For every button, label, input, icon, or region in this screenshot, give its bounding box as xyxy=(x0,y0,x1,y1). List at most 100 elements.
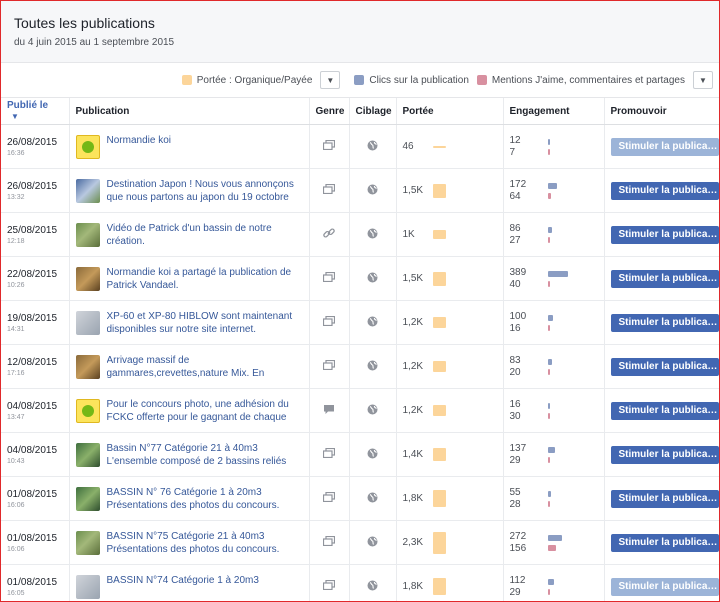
post-icon xyxy=(322,359,336,373)
boost-post-button[interactable]: Stimuler la publica… xyxy=(610,225,719,244)
column-targeting[interactable]: Ciblage xyxy=(349,98,397,125)
reach-dropdown-button[interactable]: ▼ xyxy=(320,71,341,89)
column-publication[interactable]: Publication xyxy=(69,98,310,125)
post-thumbnail[interactable] xyxy=(75,354,100,379)
clicks-value: 272 xyxy=(509,530,527,542)
engagement-cell: 100 16 xyxy=(503,300,605,345)
post-link[interactable]: BASSIN N°74 Catégorie 1 à 20m3 xyxy=(107,574,259,587)
boost-post-button[interactable]: Stimuler la publica… xyxy=(610,533,719,552)
post-thumbnail[interactable] xyxy=(75,398,100,423)
post-thumbnail[interactable] xyxy=(75,135,100,159)
date-cell: 26/08/2015 16:36 xyxy=(1,124,70,169)
type-cell xyxy=(309,564,350,601)
boost-post-button[interactable]: Stimuler la publica… xyxy=(610,445,719,464)
post-thumbnail[interactable] xyxy=(75,222,100,247)
boost-post-button[interactable]: Stimuler la publica… xyxy=(610,137,719,156)
globe-icon xyxy=(367,536,378,550)
engagement-cell: 83 20 xyxy=(503,344,605,389)
column-published-label: Publié le xyxy=(7,100,49,111)
reach-bar xyxy=(432,531,446,554)
table-row[interactable]: 01/08/2015 16:06 BASSIN N° 76 Catégorie … xyxy=(1,476,719,521)
boost-post-button[interactable]: Stimuler la publica… xyxy=(610,269,719,288)
table-row[interactable]: 01/08/2015 16:05 BASSIN N°74 Catégorie 1… xyxy=(1,564,719,601)
type-cell xyxy=(309,520,350,565)
table-row[interactable]: 26/08/2015 16:36 Normandie koi 46 12 7 S… xyxy=(1,124,719,169)
column-reach[interactable]: Portée xyxy=(396,98,504,125)
column-type[interactable]: Genre xyxy=(309,98,350,125)
reach-bar xyxy=(432,145,446,148)
type-cell xyxy=(309,124,350,169)
date-cell: 25/08/2015 12:18 xyxy=(1,212,70,257)
post-link[interactable]: Bassin N°77 Catégorie 21 à 40m3 L'ensemb… xyxy=(107,442,303,468)
promote-cell: Stimuler la publica… xyxy=(604,212,719,257)
column-published[interactable]: Publié le ▼ xyxy=(1,98,70,125)
boost-post-button[interactable]: Stimuler la publica… xyxy=(610,401,719,420)
engagement-dropdown-button[interactable]: ▼ xyxy=(693,71,713,89)
table-row[interactable]: 22/08/2015 10:26 Normandie koi a partagé… xyxy=(1,256,719,301)
post-link[interactable]: Arrivage massif de gammares,crevettes,na… xyxy=(107,354,303,380)
post-time: 13:32 xyxy=(7,193,25,201)
chevron-down-icon: ▼ xyxy=(699,75,707,85)
reach-cell: 1,8K xyxy=(396,476,504,521)
type-cell xyxy=(309,300,350,345)
clicks-bar xyxy=(547,314,553,321)
post-link[interactable]: XP-60 et XP-80 HIBLOW sont maintenant di… xyxy=(107,310,303,336)
engagement-cell: 16 30 xyxy=(503,388,605,433)
insights-panel: Toutes les publications du 4 juin 2015 a… xyxy=(0,0,720,602)
sort-down-icon: ▼ xyxy=(11,112,19,121)
date-cell: 04/08/2015 13:47 xyxy=(1,388,70,433)
post-thumbnail[interactable] xyxy=(75,310,100,335)
table-row[interactable]: 04/08/2015 10:43 Bassin N°77 Catégorie 2… xyxy=(1,432,719,477)
post-thumbnail[interactable] xyxy=(75,178,100,203)
table-row[interactable]: 19/08/2015 14:31 XP-60 et XP-80 HIBLOW s… xyxy=(1,300,719,345)
column-engagement[interactable]: Engagement xyxy=(503,98,605,125)
post-link[interactable]: Vidéo de Patrick d'un bassin de notre cr… xyxy=(107,222,303,248)
table-row[interactable]: 04/08/2015 13:47 Pour le concours photo,… xyxy=(1,388,719,433)
post-icon xyxy=(322,315,336,329)
publication-cell: Vidéo de Patrick d'un bassin de notre cr… xyxy=(69,212,310,257)
likes-bar xyxy=(547,368,550,375)
post-time: 12:18 xyxy=(7,237,25,245)
post-link[interactable]: Pour le concours photo, une adhésion du … xyxy=(107,398,303,424)
post-thumbnail[interactable] xyxy=(75,530,100,555)
table-row[interactable]: 26/08/2015 13:32 Destination Japon ! Nou… xyxy=(1,168,719,213)
post-icon xyxy=(322,579,336,593)
date-cell: 01/08/2015 16:06 xyxy=(1,520,70,565)
clicks-value: 172 xyxy=(509,178,527,190)
table-row[interactable]: 12/08/2015 17:16 Arrivage massif de gamm… xyxy=(1,344,719,389)
reach-cell: 1,2K xyxy=(396,344,504,389)
reach-bar xyxy=(432,317,446,328)
targeting-cell xyxy=(349,476,397,521)
type-cell xyxy=(309,168,350,213)
boost-post-button[interactable]: Stimuler la publica… xyxy=(610,313,719,332)
post-date: 26/08/2015 xyxy=(7,136,58,148)
likes-value: 27 xyxy=(509,234,521,246)
likes-value: 16 xyxy=(509,322,521,334)
post-link[interactable]: BASSIN N° 76 Catégorie 1 à 20m3 Présenta… xyxy=(107,486,303,512)
globe-icon xyxy=(367,228,378,242)
post-link[interactable]: BASSIN N°75 Catégorie 21 à 40m3 Présenta… xyxy=(107,530,303,556)
type-cell xyxy=(309,432,350,477)
clicks-bar xyxy=(547,182,557,189)
post-link[interactable]: Normandie koi xyxy=(107,134,171,147)
post-thumbnail[interactable] xyxy=(75,442,100,467)
reach-cell: 1,2K xyxy=(396,388,504,433)
boost-post-button[interactable]: Stimuler la publica… xyxy=(610,357,719,376)
engagement-cell: 55 28 xyxy=(503,476,605,521)
likes-bar xyxy=(547,280,550,287)
post-link[interactable]: Normandie koi a partagé la publication d… xyxy=(107,266,303,292)
post-thumbnail[interactable] xyxy=(75,266,100,291)
targeting-cell xyxy=(349,432,397,477)
date-cell: 19/08/2015 14:31 xyxy=(1,300,70,345)
table-row[interactable]: 25/08/2015 12:18 Vidéo de Patrick d'un b… xyxy=(1,212,719,257)
boost-post-button[interactable]: Stimuler la publica… xyxy=(610,489,719,508)
post-thumbnail[interactable] xyxy=(75,486,100,511)
legend-likes: Mentions J'aime, commentaires et partage… xyxy=(476,75,685,86)
post-link[interactable]: Destination Japon ! Nous vous annonçons … xyxy=(107,178,303,204)
reach-cell: 2,3K xyxy=(396,520,504,565)
post-thumbnail[interactable] xyxy=(75,575,100,599)
boost-post-button[interactable]: Stimuler la publica… xyxy=(610,181,719,200)
table-row[interactable]: 01/08/2015 16:06 BASSIN N°75 Catégorie 2… xyxy=(1,520,719,565)
boost-post-button[interactable]: Stimuler la publica… xyxy=(610,577,719,596)
likes-value: 64 xyxy=(509,190,521,202)
